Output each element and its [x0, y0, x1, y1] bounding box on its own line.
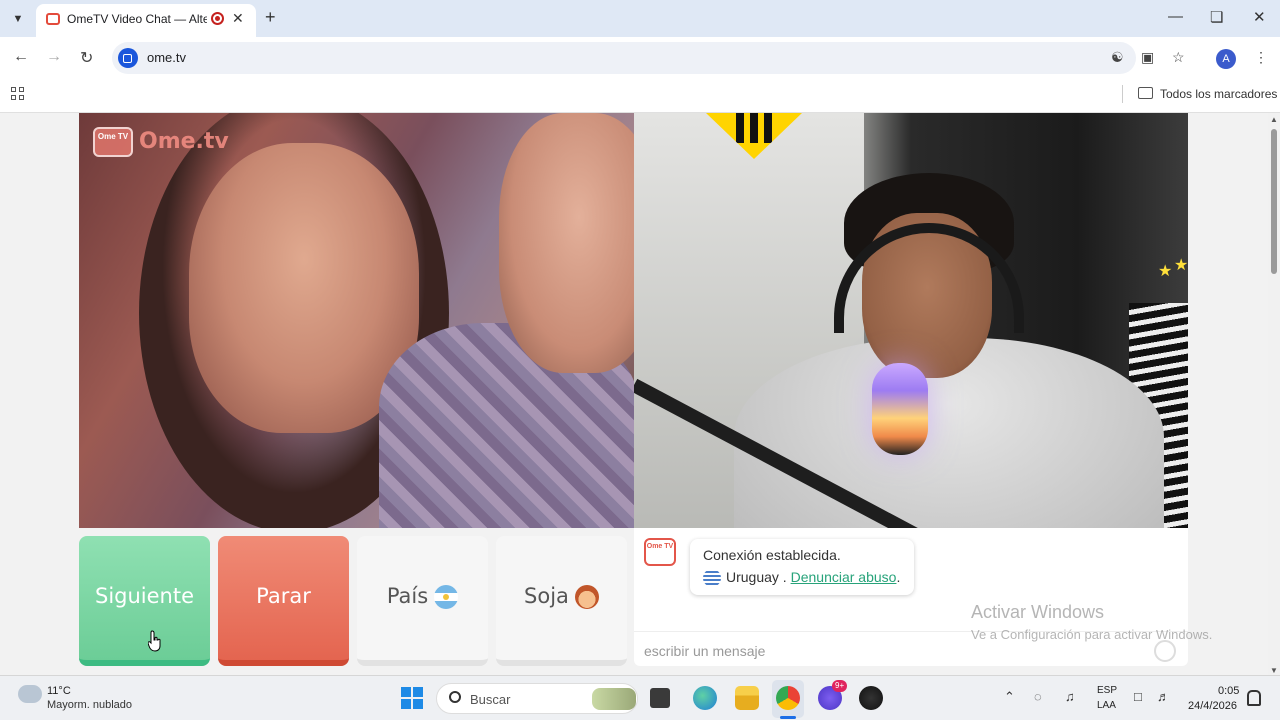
- bookmarks-separator: [1122, 85, 1123, 103]
- boy-emoji-icon: [574, 585, 599, 609]
- gender-button-label: Soja: [524, 584, 569, 608]
- input-layout[interactable]: LAA: [1097, 700, 1116, 711]
- partner-country: Uruguay .: [726, 569, 787, 585]
- partner-country-line: Uruguay . Denunciar abuso.: [703, 569, 901, 588]
- taskbar-date[interactable]: 24/4/2026: [1188, 700, 1237, 712]
- notifications-icon[interactable]: [1247, 690, 1261, 706]
- notification-badge: 9+: [832, 680, 848, 692]
- file-explorer-icon[interactable]: [735, 686, 759, 710]
- task-view-icon[interactable]: [650, 688, 670, 708]
- chat-ometv-logo-icon: Ome TV: [644, 538, 676, 566]
- browser-titlebar: ▼ OmeTV Video Chat — Alter ✕ + — ❏ ✕: [0, 0, 1280, 37]
- activate-windows-subtitle: Ve a Configuración para activar Windows.: [971, 627, 1213, 642]
- tab-search-icon[interactable]: ▼: [8, 9, 28, 29]
- more-icon[interactable]: ⋮: [1254, 49, 1268, 66]
- tab-close-icon[interactable]: ✕: [232, 10, 244, 27]
- input-language[interactable]: ESP: [1097, 685, 1117, 696]
- argentina-flag-icon: [434, 585, 459, 609]
- recording-indicator-icon: [211, 12, 224, 25]
- star-decoration-icon: ★: [1174, 257, 1188, 274]
- back-icon[interactable]: ←: [13, 48, 29, 66]
- report-abuse-link[interactable]: Denunciar abuso: [791, 569, 897, 585]
- report-suffix: .: [896, 569, 901, 585]
- weather-description[interactable]: Mayorm. nublado: [47, 699, 132, 711]
- country-button-label: País: [386, 584, 429, 608]
- star-icon[interactable]: ☆: [1172, 49, 1185, 66]
- page-content: Ome TV Ome.tv ★ ★ Siguiente Parar País S…: [0, 113, 1268, 675]
- show-hidden-icons-icon[interactable]: ⌃: [1004, 689, 1015, 705]
- browser-toolbar: ← → ↻ ome.tv ☯ ▣ ☆ A ⋮: [0, 37, 1280, 79]
- gender-button[interactable]: Soja: [496, 536, 627, 666]
- restore-icon[interactable]: ❏: [1210, 8, 1223, 26]
- vpn-icon[interactable]: ◌: [1034, 689, 1042, 704]
- hand-cursor-icon: [148, 630, 161, 652]
- connection-status: Conexión establecida.: [703, 547, 841, 563]
- weather-cloud-icon[interactable]: [18, 679, 42, 703]
- reload-icon[interactable]: ↻: [80, 48, 93, 68]
- taskbar-search[interactable]: Buscar: [436, 683, 638, 714]
- translate-icon[interactable]: ☯: [1111, 49, 1124, 66]
- system-message-bubble: Conexión establecida. Uruguay . Denuncia…: [690, 539, 914, 595]
- forward-icon[interactable]: →: [46, 48, 62, 66]
- search-icon: [449, 691, 461, 703]
- microphone-tray-icon[interactable]: ♫: [1065, 689, 1075, 704]
- edge-icon[interactable]: [693, 686, 717, 710]
- volume-icon[interactable]: ♬: [1157, 689, 1170, 704]
- weather-temperature[interactable]: 11°C: [47, 685, 71, 697]
- install-icon[interactable]: ▣: [1141, 49, 1154, 66]
- uruguay-flag-icon: [703, 569, 721, 588]
- scroll-thumb[interactable]: [1271, 129, 1277, 274]
- profile-avatar[interactable]: A: [1216, 49, 1236, 69]
- stop-button-label: Parar: [256, 584, 311, 608]
- microphone-icon: [872, 363, 928, 455]
- country-button[interactable]: País: [357, 536, 488, 666]
- search-highlight-image: [592, 688, 636, 710]
- site-info-icon[interactable]: [118, 48, 138, 68]
- url-text: ome.tv: [147, 50, 187, 65]
- next-button-label: Siguiente: [94, 584, 195, 608]
- browser-tab[interactable]: OmeTV Video Chat — Alter ✕: [36, 4, 256, 37]
- ometv-favicon-icon: [46, 13, 60, 25]
- obs-icon[interactable]: [859, 686, 883, 710]
- scroll-down-icon[interactable]: ▼: [1270, 666, 1278, 675]
- watermark-tv-icon: Ome TV: [93, 127, 133, 157]
- scroll-up-icon[interactable]: ▲: [1270, 115, 1278, 124]
- tab-title: OmeTV Video Chat — Alter: [67, 12, 207, 26]
- active-app-indicator: [780, 716, 796, 719]
- next-button[interactable]: Siguiente: [79, 536, 210, 666]
- stop-button[interactable]: Parar: [218, 536, 349, 666]
- new-tab-icon[interactable]: +: [265, 7, 276, 28]
- taskbar-time[interactable]: 0:05: [1218, 685, 1239, 697]
- chrome-icon[interactable]: [776, 686, 800, 710]
- activate-windows-title: Activar Windows: [971, 602, 1105, 622]
- watermark-text: Ome.tv: [139, 129, 229, 154]
- address-bar[interactable]: ome.tv: [112, 42, 1136, 74]
- network-icon[interactable]: □: [1134, 689, 1142, 704]
- remote-video-second-face: [499, 113, 634, 373]
- page-scrollbar[interactable]: ▲ ▼: [1268, 113, 1280, 675]
- search-label: Buscar: [470, 692, 511, 707]
- remote-video: Ome TV Ome.tv: [79, 113, 634, 528]
- folder-icon[interactable]: [1138, 87, 1153, 99]
- local-video: ★ ★: [634, 113, 1188, 528]
- all-bookmarks-link[interactable]: Todos los marcadores: [1160, 87, 1277, 101]
- chat-panel: Ome TV Conexión establecida. Uruguay . D…: [634, 528, 1188, 666]
- apps-icon[interactable]: [11, 87, 25, 101]
- windows-taskbar: 11°C Mayorm. nublado Buscar 9+ ⌃ ◌ ♫ ESP…: [0, 675, 1280, 720]
- windows-start-icon[interactable]: [401, 687, 423, 709]
- star-decoration-icon: ★: [1158, 263, 1173, 280]
- window-close-icon[interactable]: ✕: [1253, 8, 1266, 26]
- bookmarks-bar: Todos los marcadores: [0, 79, 1280, 113]
- emoji-icon[interactable]: [1154, 640, 1176, 662]
- minimize-icon[interactable]: —: [1168, 8, 1183, 25]
- chat-message-input[interactable]: escribir un mensaje: [644, 643, 765, 659]
